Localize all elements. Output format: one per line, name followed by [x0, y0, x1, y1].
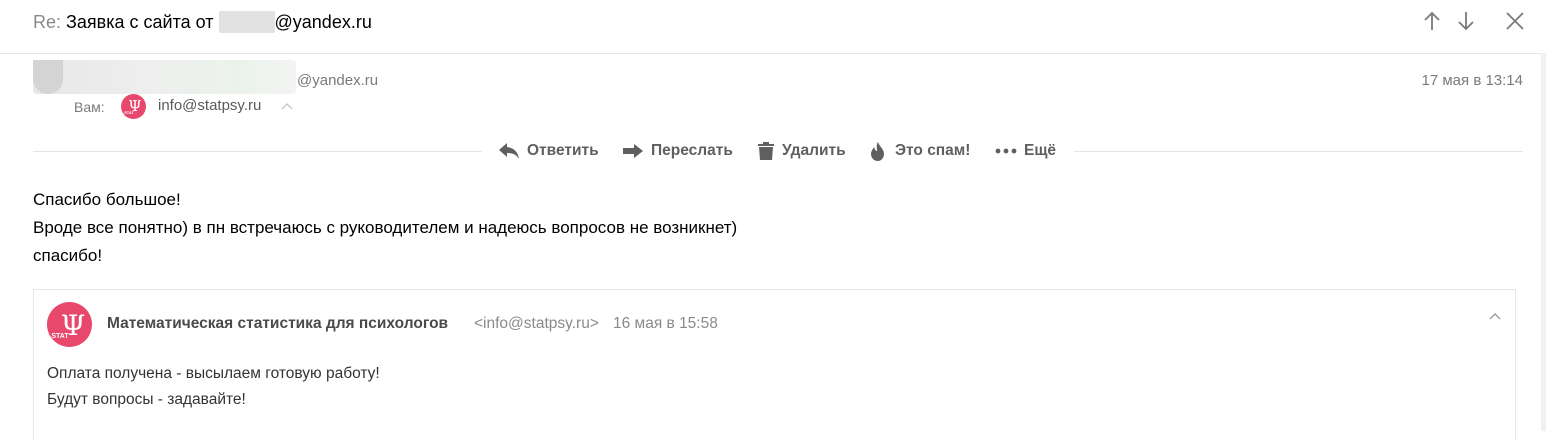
recipient-avatar: Ψ STAT — [121, 94, 146, 119]
forward-label: Переслать — [651, 142, 733, 159]
fire-icon — [871, 141, 884, 161]
reply-button[interactable]: Ответить — [498, 140, 599, 162]
statpsy-logo-icon: Ψ STAT — [51, 309, 85, 342]
sender-name-redacted[interactable] — [33, 60, 296, 94]
close-button[interactable] — [1504, 10, 1526, 32]
close-icon — [1506, 12, 1524, 30]
body-line: Спасибо большое! — [33, 190, 181, 209]
sender-email[interactable]: @yandex.ru — [297, 72, 378, 89]
previous-message-button[interactable] — [1421, 10, 1443, 32]
body-line: Вроде все понятно) в пн встречаюсь с рук… — [33, 218, 738, 237]
delete-button[interactable]: Удалить — [757, 140, 846, 162]
toolbar-divider-left — [33, 151, 482, 152]
chevron-up-icon[interactable] — [281, 102, 293, 110]
body-line: спасибо! — [33, 246, 103, 265]
redacted-region — [218, 11, 275, 33]
statpsy-logo-icon: Ψ STAT — [124, 97, 142, 115]
spam-label: Это спам! — [895, 142, 971, 159]
sender-avatar[interactable] — [33, 60, 63, 94]
delete-label: Удалить — [782, 142, 846, 159]
trash-icon — [758, 142, 774, 160]
quoted-sender-name[interactable]: Математическая статистика для психологов — [107, 315, 448, 333]
subject-domain: @yandex.ru — [274, 12, 372, 32]
scrollbar[interactable] — [1541, 53, 1546, 431]
quoted-body-line: Будут вопросы - задавайте! — [47, 391, 246, 408]
recipient-email[interactable]: info@statpsy.ru — [158, 97, 261, 114]
arrow-down-icon — [1458, 12, 1474, 31]
forward-icon — [623, 144, 643, 158]
chevron-up-icon[interactable] — [1489, 312, 1501, 320]
more-label: Ещё — [1024, 142, 1057, 159]
message-body: Спасибо большое! Вроде все понятно) в пн… — [33, 186, 737, 270]
quoted-message: Ψ STAT Математическая статистика для пси… — [33, 289, 1516, 440]
quoted-date: 16 мая в 15:58 — [613, 315, 718, 332]
brand-label: STAT — [124, 110, 134, 115]
reply-prefix: Re: — [33, 12, 62, 32]
recipients-label: Вам: — [74, 99, 105, 115]
subject-text: Заявка с сайта от — [66, 12, 214, 32]
spam-button[interactable]: Это спам! — [868, 140, 970, 162]
quoted-body: Оплата получена - высылаем готовую работ… — [47, 361, 380, 413]
forward-button[interactable]: Переслать — [622, 140, 733, 162]
reply-icon — [499, 143, 519, 159]
quoted-sender-avatar[interactable]: Ψ STAT — [47, 302, 92, 347]
next-message-button[interactable] — [1455, 10, 1477, 32]
message-subject: Re: Заявка с сайта от @yandex.ru — [33, 11, 372, 33]
quoted-sender-email[interactable]: <info@statpsy.ru> — [474, 315, 599, 333]
message-date: 17 мая в 13:14 — [1421, 72, 1523, 89]
more-dots-icon — [995, 148, 1017, 154]
message-header: Re: Заявка с сайта от @yandex.ru — [0, 0, 1546, 54]
toolbar-divider-right — [1074, 151, 1523, 152]
brand-label: STAT — [51, 333, 69, 340]
more-button[interactable]: Ещё — [995, 140, 1056, 162]
quoted-body-line: Оплата получена - высылаем готовую работ… — [47, 365, 380, 382]
arrow-up-icon — [1424, 11, 1440, 30]
reply-label: Ответить — [527, 142, 599, 159]
